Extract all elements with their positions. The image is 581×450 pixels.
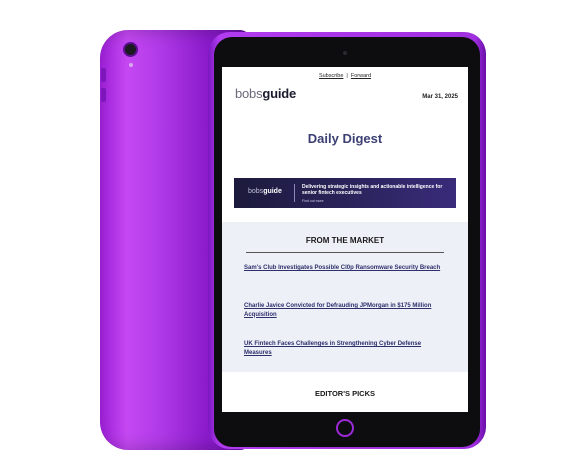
market-section: FROM THE MARKET Sam's Club Investigates … — [222, 222, 468, 372]
bobsguide-logo[interactable]: bobsguide — [235, 86, 296, 101]
forward-link[interactable]: Forward — [351, 73, 371, 79]
rear-camera-icon — [125, 44, 136, 55]
banner-logo-light: bobs — [248, 188, 264, 195]
volume-button — [101, 68, 106, 82]
subscribe-link[interactable]: Subscribe — [319, 73, 343, 79]
banner-divider — [294, 184, 295, 202]
banner-logo-bold: guide — [263, 188, 282, 195]
logo-light: bobs — [235, 86, 263, 101]
news-link[interactable]: Sam's Club Investigates Possible Cl0p Ra… — [244, 264, 444, 273]
page-title: Daily Digest — [307, 131, 383, 146]
floor-shadow — [195, 440, 495, 449]
tablet-scene: Subscribe | Forward bobsguide Mar 31, 2025… — [0, 0, 581, 450]
promo-banner[interactable]: bobsguide Delivering strategic insights … — [234, 178, 456, 208]
logo-bold: guide — [262, 86, 297, 101]
issue-date: Mar 31, 2025 — [422, 94, 458, 100]
banner-cta-link[interactable]: Find out more — [302, 199, 324, 203]
banner-headline: Delivering strategic insights and action… — [302, 184, 443, 196]
market-heading: FROM THE MARKET — [305, 236, 385, 245]
volume-button — [101, 88, 106, 102]
top-links: Subscribe | Forward — [222, 73, 468, 79]
email-screen: Subscribe | Forward bobsguide Mar 31, 2025… — [222, 67, 468, 412]
home-button[interactable] — [336, 419, 354, 437]
editors-picks-heading: EDITOR'S PICKS — [315, 389, 375, 398]
banner-logo: bobsguide — [248, 188, 282, 195]
news-link[interactable]: Charlie Javice Convicted for Defrauding … — [244, 302, 444, 319]
news-link[interactable]: UK Fintech Faces Challenges in Strengthe… — [244, 340, 444, 357]
link-separator: | — [346, 73, 348, 79]
market-divider — [246, 252, 444, 253]
flash-icon — [129, 63, 133, 67]
front-camera-icon — [343, 51, 347, 55]
